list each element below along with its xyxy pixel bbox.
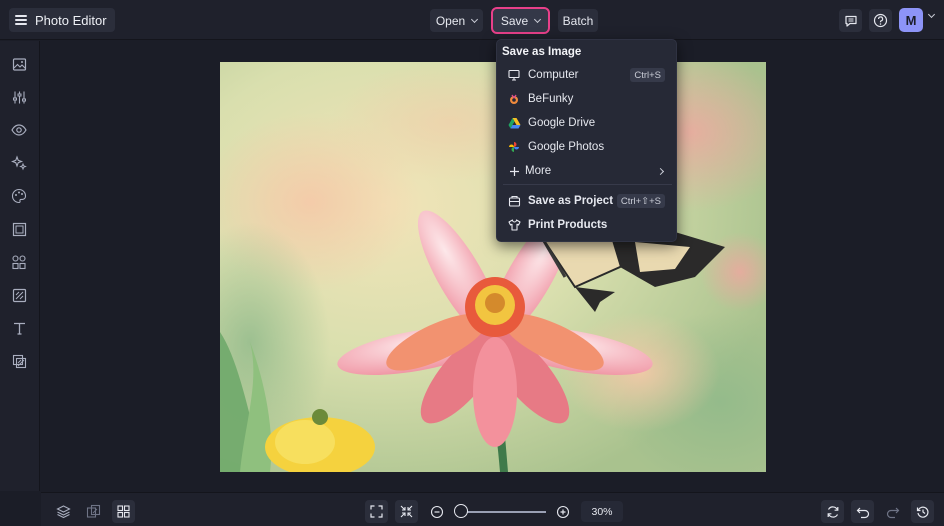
zoom-percentage[interactable]: 30% [581, 501, 623, 522]
history-button[interactable] [911, 500, 934, 523]
tool-sidebar [0, 41, 40, 491]
more-label: More [525, 165, 552, 177]
print-products-label: Print Products [528, 219, 608, 231]
befunky-label: BeFunky [528, 93, 574, 105]
account-chevron-down-icon[interactable] [927, 10, 936, 19]
expand-icon [370, 505, 383, 518]
save-dropdown-menu: Save as Image Computer Ctrl+S BeFunky Go… [496, 39, 677, 242]
undo-button[interactable] [851, 500, 874, 523]
refresh-button[interactable] [821, 500, 844, 523]
layers-button[interactable] [52, 500, 75, 523]
batch-button[interactable]: Batch [558, 9, 598, 32]
image-icon[interactable] [11, 56, 27, 72]
grid-view-button[interactable] [112, 500, 135, 523]
grid-icon [117, 505, 130, 518]
print-products-item[interactable]: Print Products [497, 214, 678, 236]
save-as-image-header: Save as Image [502, 46, 582, 58]
zoom-slider-handle[interactable] [454, 504, 468, 518]
eye-icon[interactable] [11, 122, 27, 138]
monitor-icon [507, 68, 521, 82]
menu-divider [503, 184, 672, 185]
account-avatar[interactable]: M [899, 8, 923, 32]
chevron-down-icon [471, 15, 479, 23]
computer-shortcut: Ctrl+S [630, 68, 665, 82]
flower-butterfly-photo [220, 62, 766, 472]
help-button[interactable] [869, 9, 892, 32]
photo-canvas[interactable] [220, 62, 766, 472]
plus-icon [507, 164, 521, 178]
overlay-icon[interactable] [11, 287, 27, 303]
redo-icon [886, 507, 899, 518]
zoom-in-icon [556, 505, 569, 518]
hamburger-menu-icon [15, 15, 27, 25]
graphics-icon[interactable] [11, 254, 27, 270]
actual-size-button[interactable] [395, 500, 418, 523]
undo-icon [856, 507, 869, 518]
save-label: Save [500, 13, 529, 28]
redo-button[interactable] [881, 500, 904, 523]
adjustments-icon[interactable] [11, 89, 27, 105]
zoom-out-icon [430, 505, 443, 518]
effects-sparkle-icon[interactable] [11, 155, 27, 171]
text-icon[interactable] [11, 320, 27, 336]
project-box-icon [507, 194, 521, 208]
comment-icon [844, 15, 857, 27]
textures-icon[interactable] [11, 353, 27, 369]
compare-button[interactable] [82, 500, 105, 523]
app-menu-button[interactable]: Photo Editor [9, 8, 115, 32]
zoom-slider-track[interactable] [460, 511, 546, 513]
avatar-initial: M [905, 12, 917, 28]
chevron-down-icon [534, 15, 542, 23]
more-options-item[interactable]: More [497, 160, 678, 182]
google-drive-label: Google Drive [528, 117, 596, 129]
save-as-project-item[interactable]: Save as Project Ctrl+⇧+S [497, 190, 678, 212]
collapse-icon [400, 505, 413, 518]
save-button[interactable]: Save [491, 7, 550, 34]
zoom-out-button[interactable] [425, 500, 448, 523]
tshirt-icon [507, 218, 521, 232]
app-title: Photo Editor [35, 12, 107, 28]
bottom-bar: 30% [41, 492, 944, 526]
google-photos-icon [507, 140, 521, 154]
refresh-icon [827, 505, 838, 518]
help-icon [873, 13, 888, 28]
artsy-palette-icon[interactable] [11, 188, 27, 204]
save-to-computer-item[interactable]: Computer Ctrl+S [497, 64, 678, 86]
open-button[interactable]: Open [430, 9, 483, 32]
save-to-google-photos-item[interactable]: Google Photos [497, 136, 678, 158]
top-bar: Photo Editor Open Save Batch M [0, 0, 944, 40]
chevron-right-icon [656, 167, 665, 175]
save-to-google-drive-item[interactable]: Google Drive [497, 112, 678, 134]
fit-to-screen-button[interactable] [365, 500, 388, 523]
history-icon [916, 506, 929, 518]
compare-icon [86, 504, 101, 518]
computer-label: Computer [528, 69, 579, 81]
google-drive-icon [507, 116, 521, 130]
save-to-befunky-item[interactable]: BeFunky [497, 88, 678, 110]
zoom-in-button[interactable] [551, 500, 574, 523]
open-label: Open [435, 13, 466, 28]
comments-button[interactable] [839, 9, 862, 32]
batch-label: Batch [562, 13, 594, 28]
layers-icon [56, 505, 71, 519]
frame-icon[interactable] [11, 221, 27, 237]
befunky-logo-icon [507, 92, 521, 106]
google-photos-label: Google Photos [528, 141, 605, 153]
save-as-project-label: Save as Project [528, 195, 614, 207]
save-as-project-shortcut: Ctrl+⇧+S [616, 194, 665, 208]
